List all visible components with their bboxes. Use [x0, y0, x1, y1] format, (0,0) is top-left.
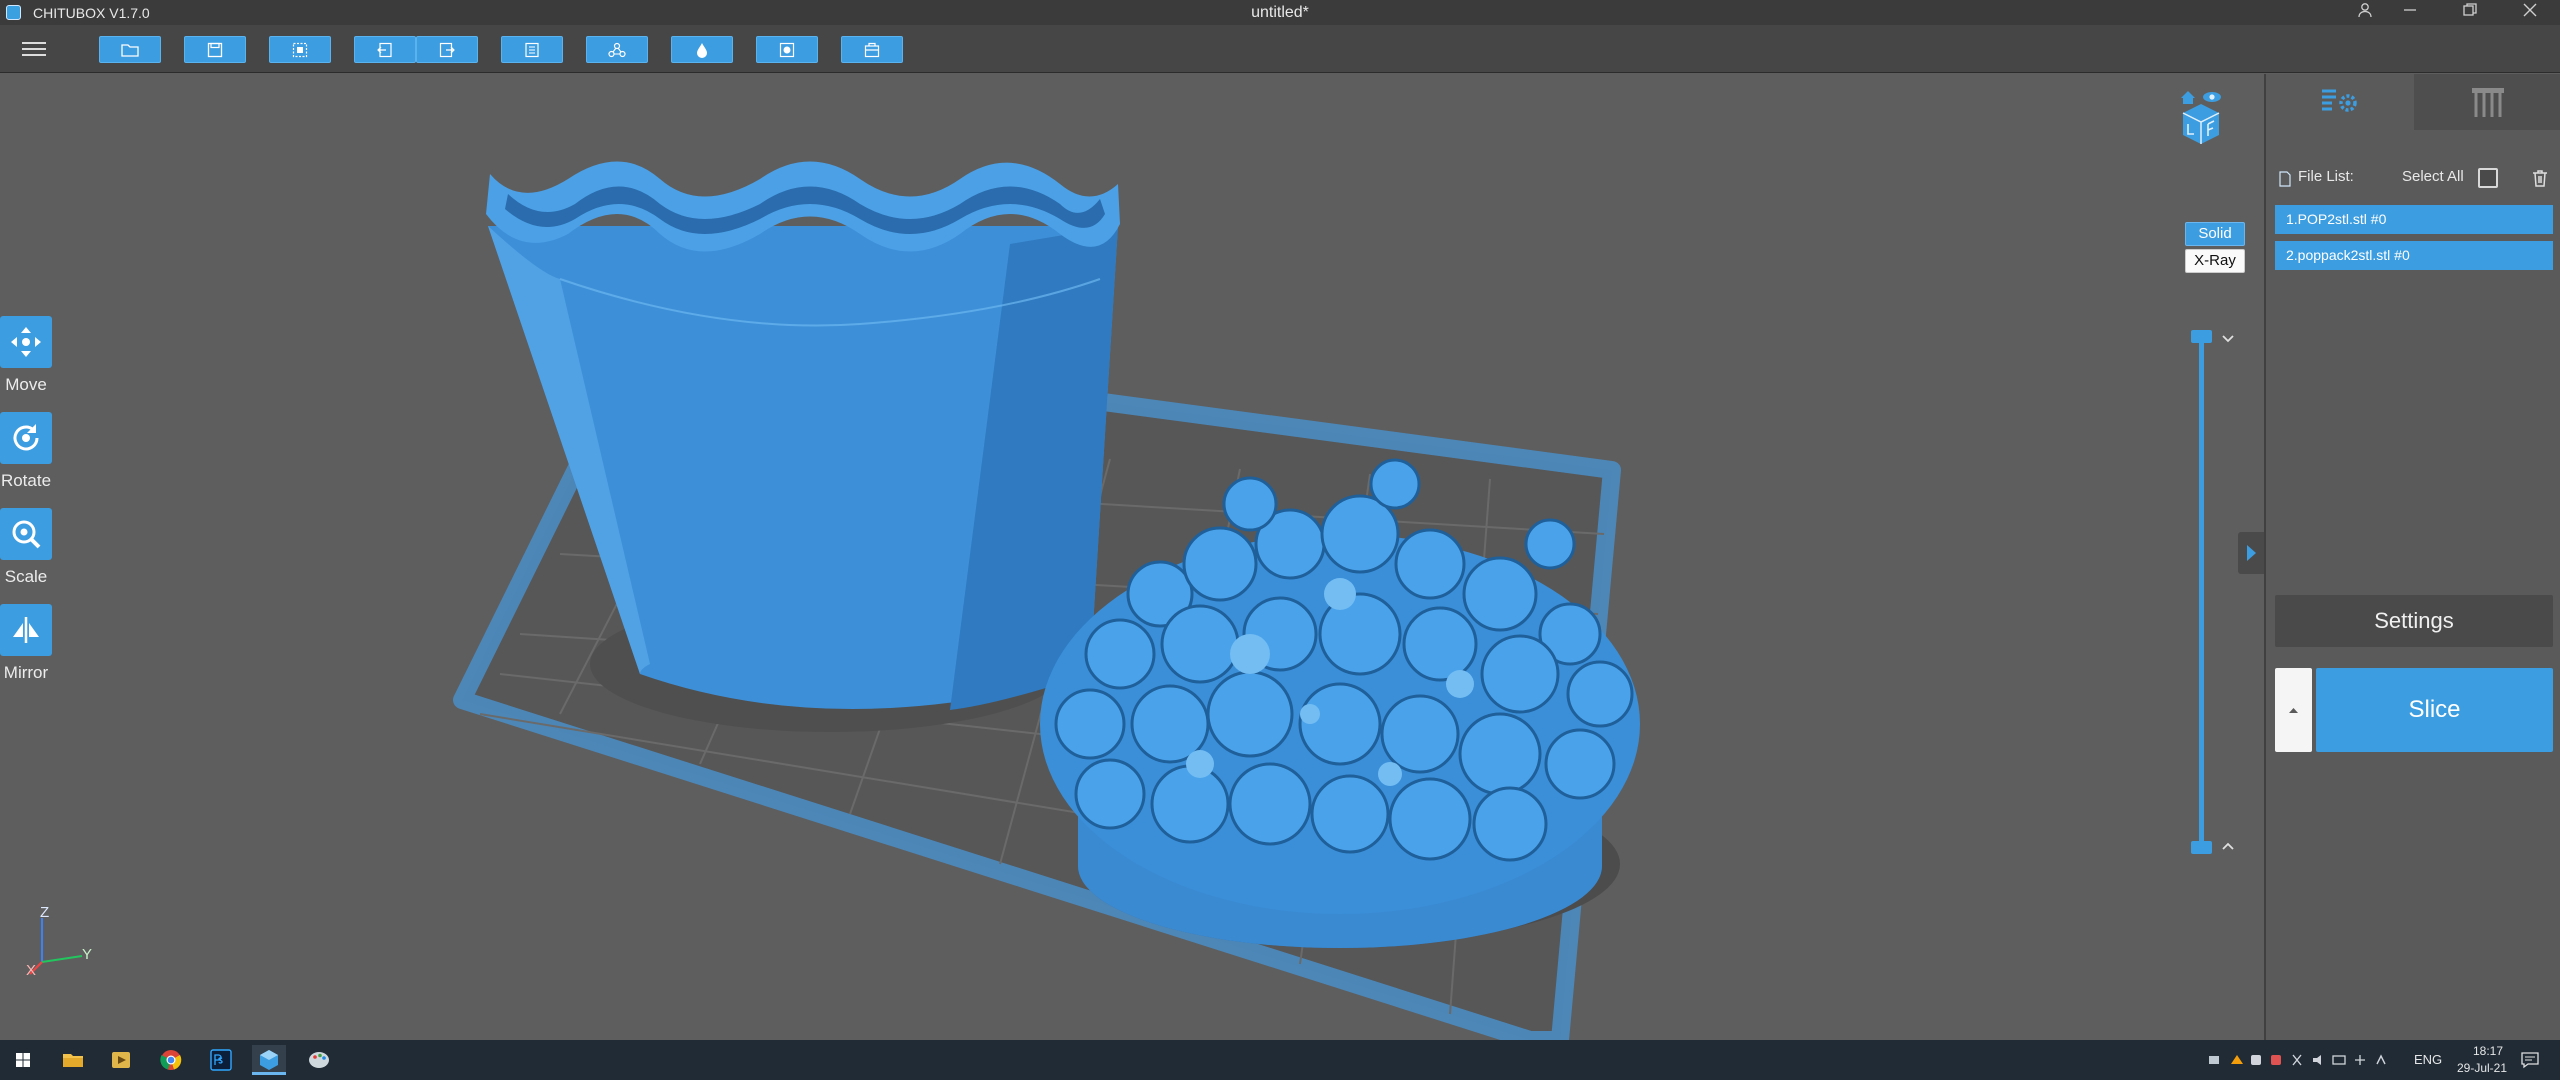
file-list-item[interactable]: 1.POP2stl.stl #0 [2275, 205, 2553, 234]
save-button[interactable] [184, 36, 246, 63]
axis-y-label: Y [82, 946, 93, 963]
redo-button[interactable] [416, 36, 478, 63]
xray-mode-button[interactable]: X-Ray [2185, 249, 2245, 273]
undo-icon [377, 42, 392, 57]
layer-slider-top-handle[interactable] [2191, 330, 2212, 343]
scale-label: Scale [4, 567, 48, 586]
chitubox-icon[interactable] [252, 1045, 286, 1075]
tab-supports[interactable] [2414, 74, 2560, 130]
axis-x-label: X [26, 962, 37, 979]
rotate-icon [13, 424, 39, 451]
scale-icon [12, 520, 41, 549]
print-package-icon [864, 42, 880, 57]
mirror-tool[interactable]: Mirror [0, 604, 52, 683]
tray-app-icon [2209, 1056, 2219, 1064]
select-all-checkbox[interactable] [2478, 168, 2498, 188]
redo-icon [439, 42, 455, 57]
language-indicator[interactable]: ENG [2414, 1052, 2442, 1067]
home-view-icon[interactable] [2181, 91, 2195, 104]
windows-taskbar [0, 1040, 2560, 1080]
mirror-label: Mirror [3, 663, 49, 682]
hamburger-menu-icon[interactable] [22, 38, 46, 58]
select-all-button[interactable] [269, 36, 331, 63]
close-icon[interactable] [2510, 0, 2550, 25]
chevron-down-icon[interactable] [2220, 330, 2236, 346]
settings-list-icon [2322, 89, 2357, 112]
mirror-icon [13, 617, 39, 643]
windows-start-icon[interactable] [6, 1045, 40, 1075]
move-icon [11, 327, 41, 357]
solid-mode-button[interactable]: Solid [2185, 222, 2245, 246]
user-icon[interactable] [2345, 0, 2385, 25]
supports-icon [608, 42, 626, 57]
move-label: Move [5, 375, 47, 394]
restore-icon[interactable] [2450, 0, 2490, 25]
layer-slider-bottom-handle[interactable] [2191, 841, 2212, 854]
app-window: CHITUBOX V1.7.0 untitled* Solid X-Ray Z … [0, 0, 2560, 1080]
clock-time[interactable]: 18:17 [2462, 1044, 2514, 1058]
system-tray-icons[interactable] [2207, 1052, 2393, 1068]
document-title: untitled* [1251, 4, 1309, 21]
select-all-label: Select All [2402, 168, 2464, 185]
platform-supports-icon [2472, 88, 2504, 117]
chevron-up-icon[interactable] [2220, 839, 2236, 855]
title-bar: CHITUBOX V1.7.0 untitled* [0, 0, 2560, 25]
caret-right-icon [2247, 545, 2256, 561]
hollow-icon [697, 42, 707, 58]
axis-indicator: Z Y X [22, 904, 98, 980]
panel-tabs [2266, 74, 2560, 130]
notifications-icon[interactable] [2520, 1050, 2540, 1070]
layer-slider-track[interactable] [2199, 334, 2204, 848]
hollow-button[interactable] [671, 36, 733, 63]
main-toolbar [0, 25, 2560, 73]
save-icon [207, 42, 223, 57]
file-icon [2279, 171, 2291, 187]
caret-up-icon [2289, 708, 2298, 713]
view-cube[interactable] [2176, 88, 2226, 146]
open-file-icon [121, 43, 139, 57]
file-explorer-icon[interactable] [56, 1045, 90, 1075]
settings-button[interactable]: Settings [2275, 595, 2553, 647]
select-all-icon [292, 42, 308, 57]
axis-z-label: Z [40, 904, 50, 921]
layout-button[interactable] [501, 36, 563, 63]
clock-date[interactable]: 29-Jul-21 [2448, 1061, 2516, 1075]
file-list-item[interactable]: 2.poppack2stl.stl #0 [2275, 241, 2553, 270]
minimize-icon[interactable] [2390, 0, 2430, 25]
delete-trash-icon[interactable] [2530, 168, 2550, 188]
print-package-button[interactable] [841, 36, 903, 63]
photoshop-icon[interactable] [204, 1045, 238, 1075]
file-list-label: File List: [2298, 168, 2354, 185]
scene-render [453, 161, 1640, 1040]
rotate-label: Rotate [0, 471, 52, 490]
scale-tool[interactable]: Scale [0, 508, 52, 587]
slice-options-button[interactable] [2275, 668, 2312, 752]
panel-collapse-button[interactable] [2238, 532, 2264, 574]
open-file-button[interactable] [99, 36, 161, 63]
move-tool[interactable]: Move [0, 316, 52, 395]
media-player-icon[interactable] [104, 1045, 138, 1075]
paint-icon[interactable] [302, 1045, 336, 1075]
supports-button[interactable] [586, 36, 648, 63]
drill-hole-button[interactable] [756, 36, 818, 63]
slice-button[interactable]: Slice [2316, 668, 2553, 752]
drill-hole-icon [779, 42, 795, 57]
right-panel: File List: Select All 1.POP2stl.stl #0 2… [2264, 74, 2560, 1040]
chrome-icon[interactable] [154, 1045, 188, 1075]
3d-viewport[interactable]: Solid X-Ray Z Y X Move Rotate Scale Mirr… [0, 74, 2264, 1040]
tab-file-settings[interactable] [2266, 74, 2414, 130]
undo-button[interactable] [354, 36, 416, 63]
rotate-tool[interactable]: Rotate [0, 412, 52, 491]
layout-icon [525, 42, 539, 57]
